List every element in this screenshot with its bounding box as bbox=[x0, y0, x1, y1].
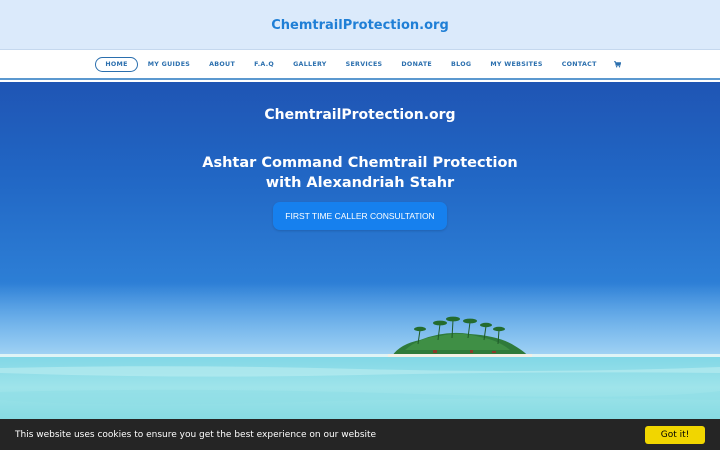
nav-item-gallery[interactable]: GALLERY bbox=[284, 57, 336, 72]
nav-item-my-guides[interactable]: MY GUIDES bbox=[139, 57, 199, 72]
nav-item-contact[interactable]: CONTACT bbox=[553, 57, 606, 72]
hero-brand-title: ChemtrailProtection.org bbox=[264, 107, 456, 123]
site-header: ChemtrailProtection.org bbox=[0, 0, 720, 50]
hero-background-image bbox=[0, 282, 720, 450]
nav-list: HOME MY GUIDES ABOUT F.A.Q GALLERY SERVI… bbox=[95, 56, 625, 72]
nav-item-about[interactable]: ABOUT bbox=[200, 57, 244, 72]
shopping-cart-icon[interactable] bbox=[610, 58, 625, 71]
hero-section: ChemtrailProtection.org Ashtar Command C… bbox=[0, 82, 720, 450]
hero-heading: Ashtar Command Chemtrail Protection with… bbox=[160, 153, 560, 193]
nav-item-home[interactable]: HOME bbox=[95, 56, 138, 72]
nav-item-donate[interactable]: DONATE bbox=[392, 57, 441, 72]
shopping-cart-glyph bbox=[614, 60, 622, 67]
nav-item-my-websites[interactable]: MY WEBSITES bbox=[481, 57, 551, 72]
hero-heading-line-1: Ashtar Command Chemtrail Protection bbox=[202, 155, 518, 171]
first-time-caller-consultation-button[interactable]: FIRST TIME CALLER CONSULTATION bbox=[273, 202, 447, 230]
nav-item-services[interactable]: SERVICES bbox=[337, 57, 392, 72]
cookie-consent-bar: This website uses cookies to ensure you … bbox=[0, 419, 720, 450]
nav-item-faq[interactable]: F.A.Q bbox=[245, 57, 283, 72]
cookie-message: This website uses cookies to ensure you … bbox=[15, 429, 377, 440]
hero-heading-line-2: with Alexandriah Stahr bbox=[265, 175, 455, 191]
nav-item-blog[interactable]: BLOG bbox=[442, 57, 480, 72]
main-navigation: HOME MY GUIDES ABOUT F.A.Q GALLERY SERVI… bbox=[0, 50, 720, 80]
site-title[interactable]: ChemtrailProtection.org bbox=[271, 18, 449, 33]
cookie-accept-button[interactable]: Got it! bbox=[645, 425, 705, 444]
